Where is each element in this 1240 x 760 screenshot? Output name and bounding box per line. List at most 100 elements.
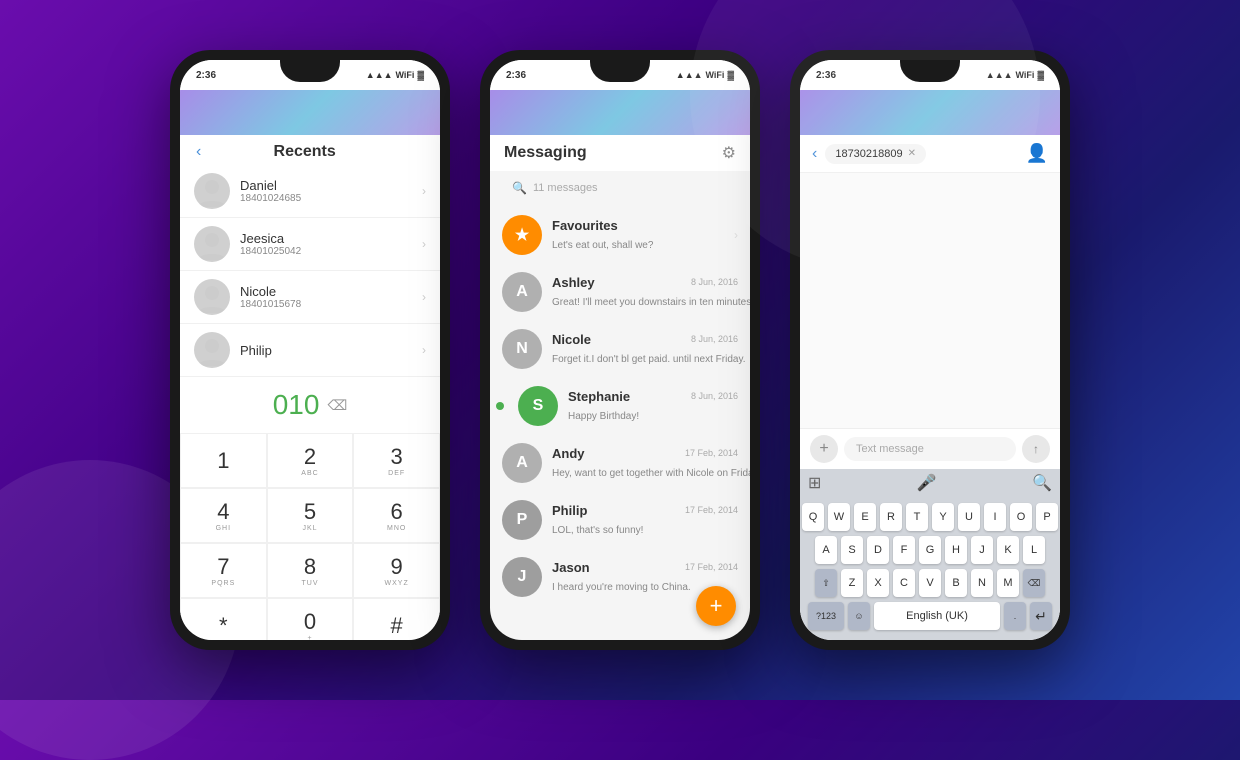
keyboard-mic-icon[interactable]: 🎤 [917, 473, 937, 493]
badge-close-icon[interactable]: ✕ [908, 148, 916, 159]
back-arrow-1[interactable]: ‹ [196, 143, 201, 161]
key-h[interactable]: H [945, 536, 967, 564]
chat-text-input[interactable]: Text message [844, 437, 1016, 461]
key-k[interactable]: K [997, 536, 1019, 564]
contact-avatar-daniel [194, 173, 230, 209]
key-u[interactable]: U [958, 503, 980, 531]
key-t[interactable]: T [906, 503, 928, 531]
msg-item-stephanie[interactable]: S Stephanie 8 Jun, 2016 Happy Birthday! [490, 378, 750, 435]
key-l[interactable]: L [1023, 536, 1045, 564]
key-m[interactable]: M [997, 569, 1019, 597]
wave-header-2 [490, 90, 750, 135]
keyboard-row-2: A S D F G H J K L [806, 536, 1054, 564]
key-e[interactable]: E [854, 503, 876, 531]
contact-item-daniel[interactable]: Daniel 18401024685 › [180, 165, 440, 218]
msg-item-andy[interactable]: A Andy 17 Feb, 2014 Hey, want to get tog… [490, 435, 750, 492]
compose-fab[interactable]: + [696, 586, 736, 626]
key-6[interactable]: 6MNO [353, 488, 440, 543]
key-f[interactable]: F [893, 536, 915, 564]
key-0[interactable]: 0+ [267, 598, 354, 640]
settings-icon[interactable]: ⚙ [722, 143, 736, 163]
msg-item-favourites[interactable]: ★ Favourites Let's eat out, shall we? › [490, 207, 750, 264]
msg-preview-nicole: Forget it.I don't bl get paid. until nex… [552, 354, 746, 365]
key-i[interactable]: I [984, 503, 1006, 531]
msg-preview-favourites: Let's eat out, shall we? [552, 240, 653, 251]
avatar-andy: A [502, 443, 542, 483]
keyboard-row-bottom: ?123 ☺ English (UK) . ↵ [806, 602, 1054, 630]
msg-name-stephanie: Stephanie [568, 389, 630, 404]
key-space[interactable]: English (UK) [874, 602, 1000, 630]
chat-number-badge: 18730218809 ✕ [825, 144, 926, 164]
chat-add-button[interactable]: + [810, 435, 838, 463]
key-7[interactable]: 7PQRS [180, 543, 267, 598]
chat-area [800, 173, 1060, 428]
key-8[interactable]: 8TUV [267, 543, 354, 598]
msg-item-nicole[interactable]: N Nicole 8 Jun, 2016 Forget it.I don't b… [490, 321, 750, 378]
key-1[interactable]: 1 [180, 433, 267, 488]
key-hash[interactable]: # [353, 598, 440, 640]
wifi-icon: WiFi [396, 70, 415, 80]
key-s[interactable]: S [841, 536, 863, 564]
key-q[interactable]: Q [802, 503, 824, 531]
message-search[interactable]: 🔍 11 messages [500, 175, 740, 201]
chevron-nicole: › [422, 290, 426, 304]
key-v[interactable]: V [919, 569, 941, 597]
msg-content-andy: Andy 17 Feb, 2014 Hey, want to get toget… [552, 446, 738, 481]
dialpad-digits: 010 [273, 389, 320, 421]
key-a[interactable]: A [815, 536, 837, 564]
message-list: ★ Favourites Let's eat out, shall we? › … [490, 207, 750, 640]
dialer-title: Recents [211, 143, 398, 161]
key-z[interactable]: Z [841, 569, 863, 597]
key-w[interactable]: W [828, 503, 850, 531]
key-enter[interactable]: ↵ [1030, 602, 1052, 630]
chat-back-button[interactable]: ‹ [812, 145, 817, 163]
msg-item-ashley[interactable]: A Ashley 8 Jun, 2016 Great! I'll meet yo… [490, 264, 750, 321]
key-b[interactable]: B [945, 569, 967, 597]
contact-item-jeesica[interactable]: Jeesica 18401025042 › [180, 218, 440, 271]
avatar-stephanie: S [518, 386, 558, 426]
key-x[interactable]: X [867, 569, 889, 597]
chat-input-area: + Text message ↑ ⊞ 🎤 🔍 Q W E R T Y [800, 428, 1060, 640]
key-p[interactable]: P [1036, 503, 1058, 531]
key-y[interactable]: Y [932, 503, 954, 531]
key-shift[interactable]: ⇧ [815, 569, 837, 597]
chat-send-button[interactable]: ↑ [1022, 435, 1050, 463]
contact-item-philip[interactable]: Philip › [180, 324, 440, 377]
contact-name-nicole: Nicole [240, 284, 422, 299]
key-2[interactable]: 2ABC [267, 433, 354, 488]
wifi-icon-3: WiFi [1016, 70, 1035, 80]
key-4[interactable]: 4GHI [180, 488, 267, 543]
key-num[interactable]: ?123 [808, 602, 844, 630]
key-5[interactable]: 5JKL [267, 488, 354, 543]
status-time-3: 2:36 [816, 70, 836, 81]
signal-icon: ▲▲▲ [366, 70, 393, 80]
key-g[interactable]: G [919, 536, 941, 564]
key-emoji[interactable]: ☺ [848, 602, 870, 630]
keyboard-search-icon[interactable]: 🔍 [1032, 473, 1052, 493]
key-9[interactable]: 9WXYZ [353, 543, 440, 598]
chevron-philip: › [422, 343, 426, 357]
msg-date-stephanie: 8 Jun, 2016 [691, 391, 738, 401]
avatar-jason: J [502, 557, 542, 597]
contact-profile-icon[interactable]: 👤 [1026, 143, 1048, 164]
key-3[interactable]: 3DEF [353, 433, 440, 488]
key-n[interactable]: N [971, 569, 993, 597]
contact-item-nicole[interactable]: Nicole 18401015678 › [180, 271, 440, 324]
key-c[interactable]: C [893, 569, 915, 597]
msg-name-jason: Jason [552, 560, 590, 575]
contact-info-nicole: Nicole 18401015678 [240, 284, 422, 310]
key-star[interactable]: * [180, 598, 267, 640]
contact-avatar-nicole [194, 279, 230, 315]
key-o[interactable]: O [1010, 503, 1032, 531]
msg-item-philip[interactable]: P Philip 17 Feb, 2014 LOL, that's so fun… [490, 492, 750, 549]
status-icons-3: ▲▲▲ WiFi ▓ [986, 70, 1044, 80]
key-d[interactable]: D [867, 536, 889, 564]
key-period[interactable]: . [1004, 602, 1026, 630]
key-r[interactable]: R [880, 503, 902, 531]
key-j[interactable]: J [971, 536, 993, 564]
msg-preview-jason: I heard you're moving to China. [552, 582, 691, 593]
contact-name-jeesica: Jeesica [240, 231, 422, 246]
key-backspace[interactable]: ⌫ [1023, 569, 1045, 597]
keyboard-grid-icon[interactable]: ⊞ [808, 473, 821, 493]
delete-button[interactable]: ⌫ [327, 397, 347, 414]
